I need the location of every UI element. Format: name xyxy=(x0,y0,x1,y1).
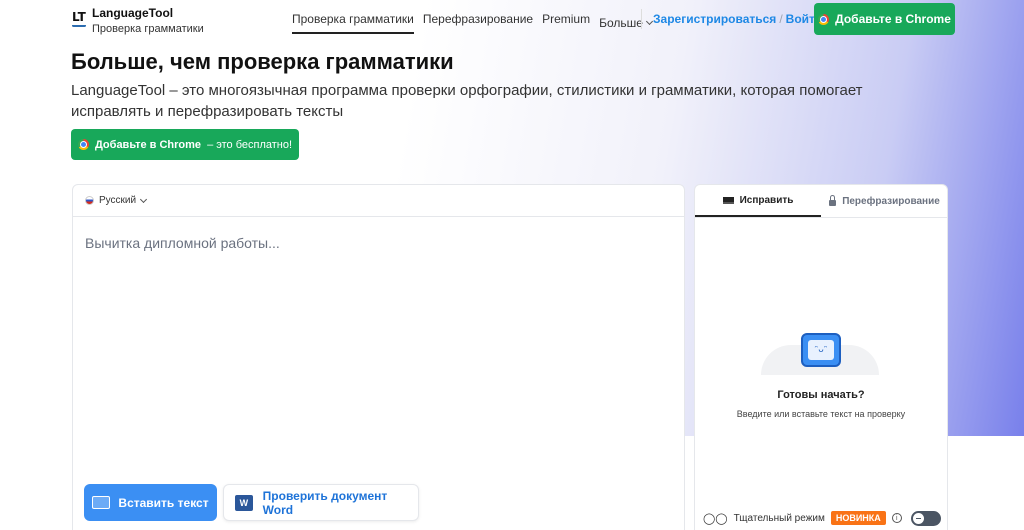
russian-flag-icon xyxy=(85,196,94,205)
text-editor-card: Русский Вычитка дипломной работы... Вста… xyxy=(72,184,685,530)
panel-divider xyxy=(695,217,947,218)
language-label: Русский xyxy=(99,195,137,206)
brand-name: LanguageTool xyxy=(92,6,174,20)
languagetool-logo-icon: LT xyxy=(72,10,86,27)
header-divider xyxy=(641,9,642,29)
robot-face: ᵔᴗᵔ xyxy=(808,340,834,360)
ready-subtitle: Введите или вставьте текст на проверку xyxy=(736,409,906,419)
chrome-icon xyxy=(818,13,830,25)
auth-links: Зарегистрироваться / Войти xyxy=(653,12,822,26)
paste-text-button[interactable]: Вставить текст xyxy=(84,484,217,521)
glasses-icon: ◯◯ xyxy=(703,511,728,525)
page-title: Больше, чем проверка грамматики xyxy=(71,49,454,74)
clipboard-icon xyxy=(92,496,111,509)
main-nav: Проверка грамматики Перефразирование Pre… xyxy=(292,12,661,34)
chevron-down-icon xyxy=(645,17,653,26)
nav-more-label: Больше xyxy=(599,16,643,30)
tab-paraphrase[interactable]: Перефразирование xyxy=(821,185,948,217)
paste-text-label: Вставить текст xyxy=(118,495,209,510)
language-selector[interactable]: Русский xyxy=(85,195,148,206)
check-word-document-button[interactable]: W Проверить документ Word xyxy=(223,484,419,521)
add-to-chrome-hero-label: Добавьте в Chrome xyxy=(94,138,202,151)
register-link[interactable]: Зарегистрироваться xyxy=(653,12,776,26)
brand-subtitle: Проверка грамматики xyxy=(92,23,204,35)
add-to-chrome-header-label: Добавьте в Chrome xyxy=(835,12,951,26)
nav-grammar-check[interactable]: Проверка грамматики xyxy=(292,12,414,34)
add-to-chrome-header-button[interactable]: Добавьте в Chrome xyxy=(814,3,955,35)
nav-more[interactable]: Больше xyxy=(599,12,653,34)
editor-divider xyxy=(73,216,684,217)
logo-mark-text: LT xyxy=(72,10,86,24)
nav-paraphrase[interactable]: Перефразирование xyxy=(423,12,533,34)
top-header: LT LanguageTool Проверка грамматики Пров… xyxy=(0,0,1024,38)
word-icon: W xyxy=(235,494,253,511)
tab-correct-label: Исправить xyxy=(739,194,794,206)
tab-paraphrase-label: Перефразирование xyxy=(842,195,940,207)
robot-icon: ᵔᴗᵔ xyxy=(801,333,841,367)
chevron-down-icon xyxy=(140,195,148,203)
thorough-mode-row: ◯◯ Тщательный режим НОВИНКА i xyxy=(703,511,902,525)
info-icon[interactable]: i xyxy=(891,513,902,523)
chrome-icon xyxy=(77,139,89,150)
logo[interactable]: LT LanguageTool Проверка грамматики xyxy=(72,6,204,36)
hero-description: LanguageTool – это многоязычная программ… xyxy=(71,82,863,120)
add-to-chrome-hero-note: – это бесплатно! xyxy=(207,138,293,151)
tab-correct[interactable]: Исправить xyxy=(695,185,821,217)
lock-icon xyxy=(829,194,837,206)
suggestions-panel: Исправить Перефразирование ᵔᴗᵔ Готовы на… xyxy=(694,184,948,530)
auth-separator: / xyxy=(779,12,783,26)
toggle-knob xyxy=(913,513,924,524)
text-input-area[interactable]: Вычитка дипломной работы... xyxy=(85,235,280,251)
new-badge: НОВИНКА xyxy=(830,511,886,525)
nav-premium[interactable]: Premium xyxy=(542,12,590,34)
ready-illustration: ᵔᴗᵔ xyxy=(761,325,879,375)
thorough-mode-label: Тщательный режим xyxy=(733,512,825,524)
check-word-document-label: Проверить документ Word xyxy=(262,488,388,517)
logo-wave-icon xyxy=(72,24,86,27)
ready-title: Готовы начать? xyxy=(777,389,865,401)
add-to-chrome-hero-button[interactable]: Добавьте в Chrome – это бесплатно! xyxy=(71,129,299,160)
laptop-icon xyxy=(722,196,734,204)
thorough-mode-toggle[interactable] xyxy=(911,511,941,526)
